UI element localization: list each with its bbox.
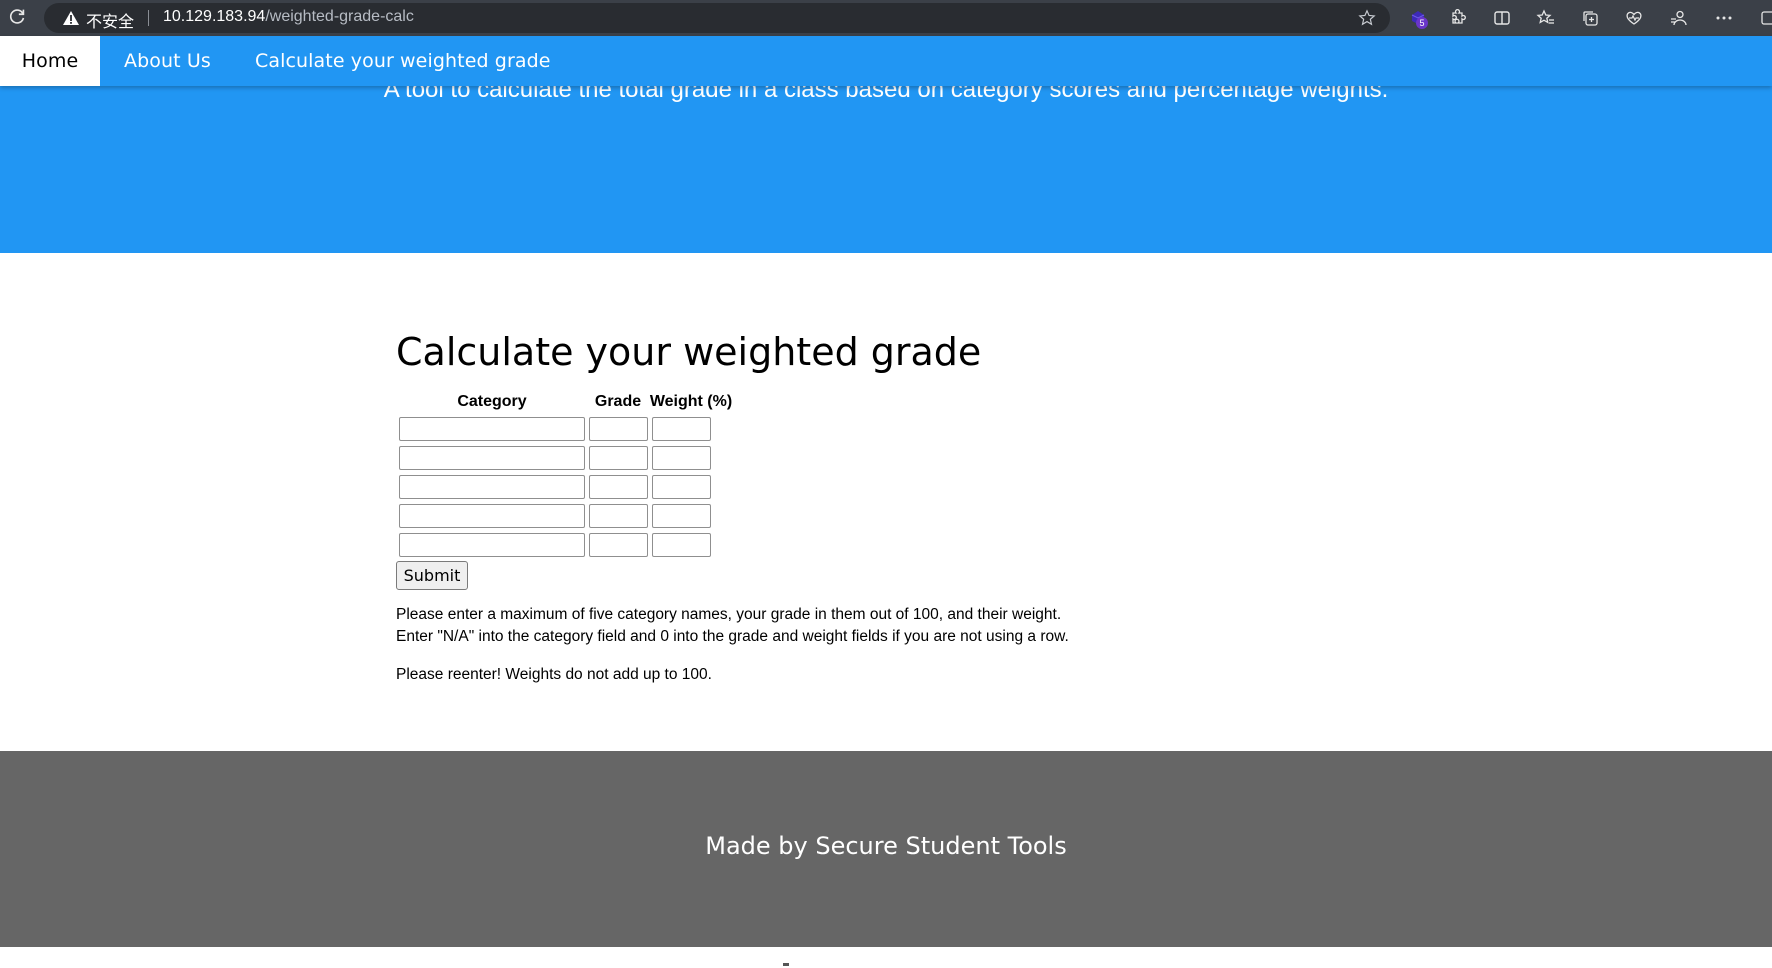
browser-toolbar: 不安全 10.129.183.94/weighted-grade-calc 5 bbox=[0, 0, 1772, 36]
favorites-icon[interactable] bbox=[1536, 8, 1556, 28]
grade-input[interactable] bbox=[589, 533, 648, 557]
footer-text: Made by Secure Student Tools bbox=[705, 832, 1067, 860]
collections-icon[interactable] bbox=[1580, 8, 1600, 28]
weight-input[interactable] bbox=[652, 446, 711, 470]
address-divider bbox=[148, 10, 149, 26]
extension-badge: 5 bbox=[1416, 17, 1428, 29]
page-title: Calculate your weighted grade bbox=[396, 330, 982, 374]
more-icon[interactable] bbox=[1714, 8, 1734, 28]
grade-input[interactable] bbox=[589, 475, 648, 499]
instructions-line-2: Enter "N/A" into the category field and … bbox=[396, 628, 1069, 645]
category-input[interactable] bbox=[399, 417, 585, 441]
puzzle-icon[interactable] bbox=[1447, 8, 1467, 28]
column-header-category: Category bbox=[457, 393, 527, 410]
weight-input[interactable] bbox=[652, 475, 711, 499]
category-input[interactable] bbox=[399, 475, 585, 499]
column-header-weight: Weight (%) bbox=[649, 393, 733, 410]
star-icon[interactable] bbox=[1358, 9, 1376, 27]
category-input[interactable] bbox=[399, 504, 585, 528]
site-navbar: Home About Us Calculate your weighted gr… bbox=[0, 36, 1772, 86]
grade-input[interactable] bbox=[589, 417, 648, 441]
column-header-grade: Grade bbox=[594, 393, 642, 410]
browser-essentials-icon[interactable] bbox=[1624, 8, 1644, 28]
nav-about-us[interactable]: About Us bbox=[124, 36, 211, 86]
weight-input[interactable] bbox=[652, 417, 711, 441]
category-input[interactable] bbox=[399, 533, 585, 557]
url-path: /weighted-grade-calc bbox=[265, 8, 414, 25]
profile-icon[interactable] bbox=[1668, 8, 1688, 28]
warning-icon[interactable] bbox=[62, 10, 80, 26]
category-input[interactable] bbox=[399, 446, 585, 470]
submit-button[interactable]: Submit bbox=[396, 561, 468, 590]
nav-home[interactable]: Home bbox=[0, 36, 100, 86]
sidebar-icon[interactable] bbox=[1758, 8, 1772, 28]
grade-input[interactable] bbox=[589, 504, 648, 528]
split-screen-icon[interactable] bbox=[1492, 8, 1512, 28]
address-bar[interactable]: 不安全 10.129.183.94/weighted-grade-calc bbox=[44, 3, 1390, 33]
footer: Made by Secure Student Tools bbox=[0, 751, 1772, 947]
reload-icon[interactable] bbox=[6, 6, 28, 28]
weight-input[interactable] bbox=[652, 533, 711, 557]
bottom-edge-mark bbox=[783, 963, 789, 966]
weight-input[interactable] bbox=[652, 504, 711, 528]
grade-input[interactable] bbox=[589, 446, 648, 470]
nav-calculate-weighted-grade[interactable]: Calculate your weighted grade bbox=[255, 36, 551, 86]
url-text[interactable]: 10.129.183.94/weighted-grade-calc bbox=[163, 8, 414, 26]
url-host: 10.129.183.94 bbox=[163, 8, 266, 25]
security-label[interactable]: 不安全 bbox=[86, 8, 134, 32]
error-message: Please reenter! Weights do not add up to… bbox=[396, 666, 712, 683]
instructions-line-1: Please enter a maximum of five category … bbox=[396, 606, 1062, 623]
